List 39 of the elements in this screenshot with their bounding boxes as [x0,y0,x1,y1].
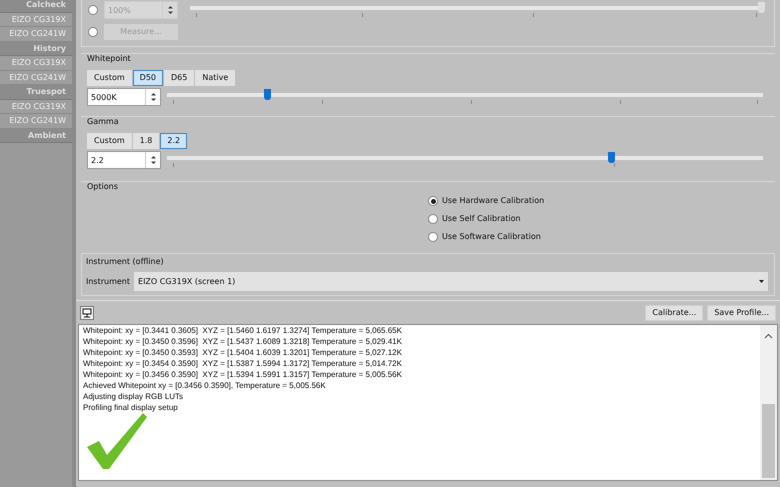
radio-label[interactable]: Use Hardware Calibration [442,195,544,207]
preset-button[interactable]: Custom [87,133,132,149]
log-line: Whitepoint: xy = [0.3456 0.3590] XYZ = [1.5394 1.5991 1.3157] Temperature = 5,005.56K [83,369,403,380]
preset-button[interactable]: Native [195,70,236,86]
scrollbar[interactable] [760,325,777,480]
preset-button[interactable]: 1.8 [132,133,160,149]
radio-button[interactable] [428,214,438,224]
spin-box[interactable]: 5000K [87,88,161,106]
checkmark-icon [85,411,149,471]
toolbar-button[interactable]: Save Profile... [707,304,776,320]
group-title: Whitepoint [87,53,132,65]
radio-button[interactable] [428,232,438,242]
monitor-icon[interactable] [80,306,94,320]
log-line: Adjusting display RGB LUTs [83,391,184,402]
radio-button[interactable] [428,196,438,206]
slider-thumb[interactable] [264,89,272,100]
spin-box[interactable]: 2.2 [87,151,161,169]
scroll-up-icon[interactable] [764,333,773,339]
scrollbar-thumb[interactable] [762,404,775,478]
dropdown-arrow-icon[interactable] [759,280,764,283]
log-line: Achieved Whitepoint xy = [0.3456 0.3590], Temperature = 5,005.56K [83,380,327,391]
preset-button[interactable]: Custom [87,70,132,86]
preset-button[interactable]: 2.2 [160,133,188,149]
group-title: Gamma [87,116,120,128]
log-line: Whitepoint: xy = [0.3450 0.3596] XYZ = [1.5437 1.6089 1.3218] Temperature = 5,029.41K [83,336,403,347]
group-title: Options [87,181,119,193]
preset-button[interactable]: D65 [164,70,194,86]
field-label: Instrument [86,276,130,288]
preset-button[interactable]: D50 [132,70,163,86]
toolbar-button[interactable]: Calibrate... [645,304,704,320]
log-line: Whitepoint: xy = [0.3450 0.3593] XYZ = [1.5404 1.6039 1.3201] Temperature = 5,027.12K [83,347,403,358]
radio-label[interactable]: Use Software Calibration [442,231,541,243]
log-line: Profiling final display setup [83,402,179,413]
slider-thumb[interactable] [608,152,615,163]
log-line: Whitepoint: xy = [0.3441 0.3605] XYZ = [1.5460 1.6197 1.3274] Temperature = 5,065.65K [83,325,403,336]
radio-label[interactable]: Use Self Calibration [442,213,521,225]
instrument-dropdown[interactable]: EIZO CG319X (screen 1) [134,272,768,291]
group-title: Instrument (offline) [86,256,165,268]
log-line: Whitepoint: xy = [0.3454 0.3590] XYZ = [1.5387 1.5994 1.3172] Temperature = 5,014.72K [83,358,403,369]
